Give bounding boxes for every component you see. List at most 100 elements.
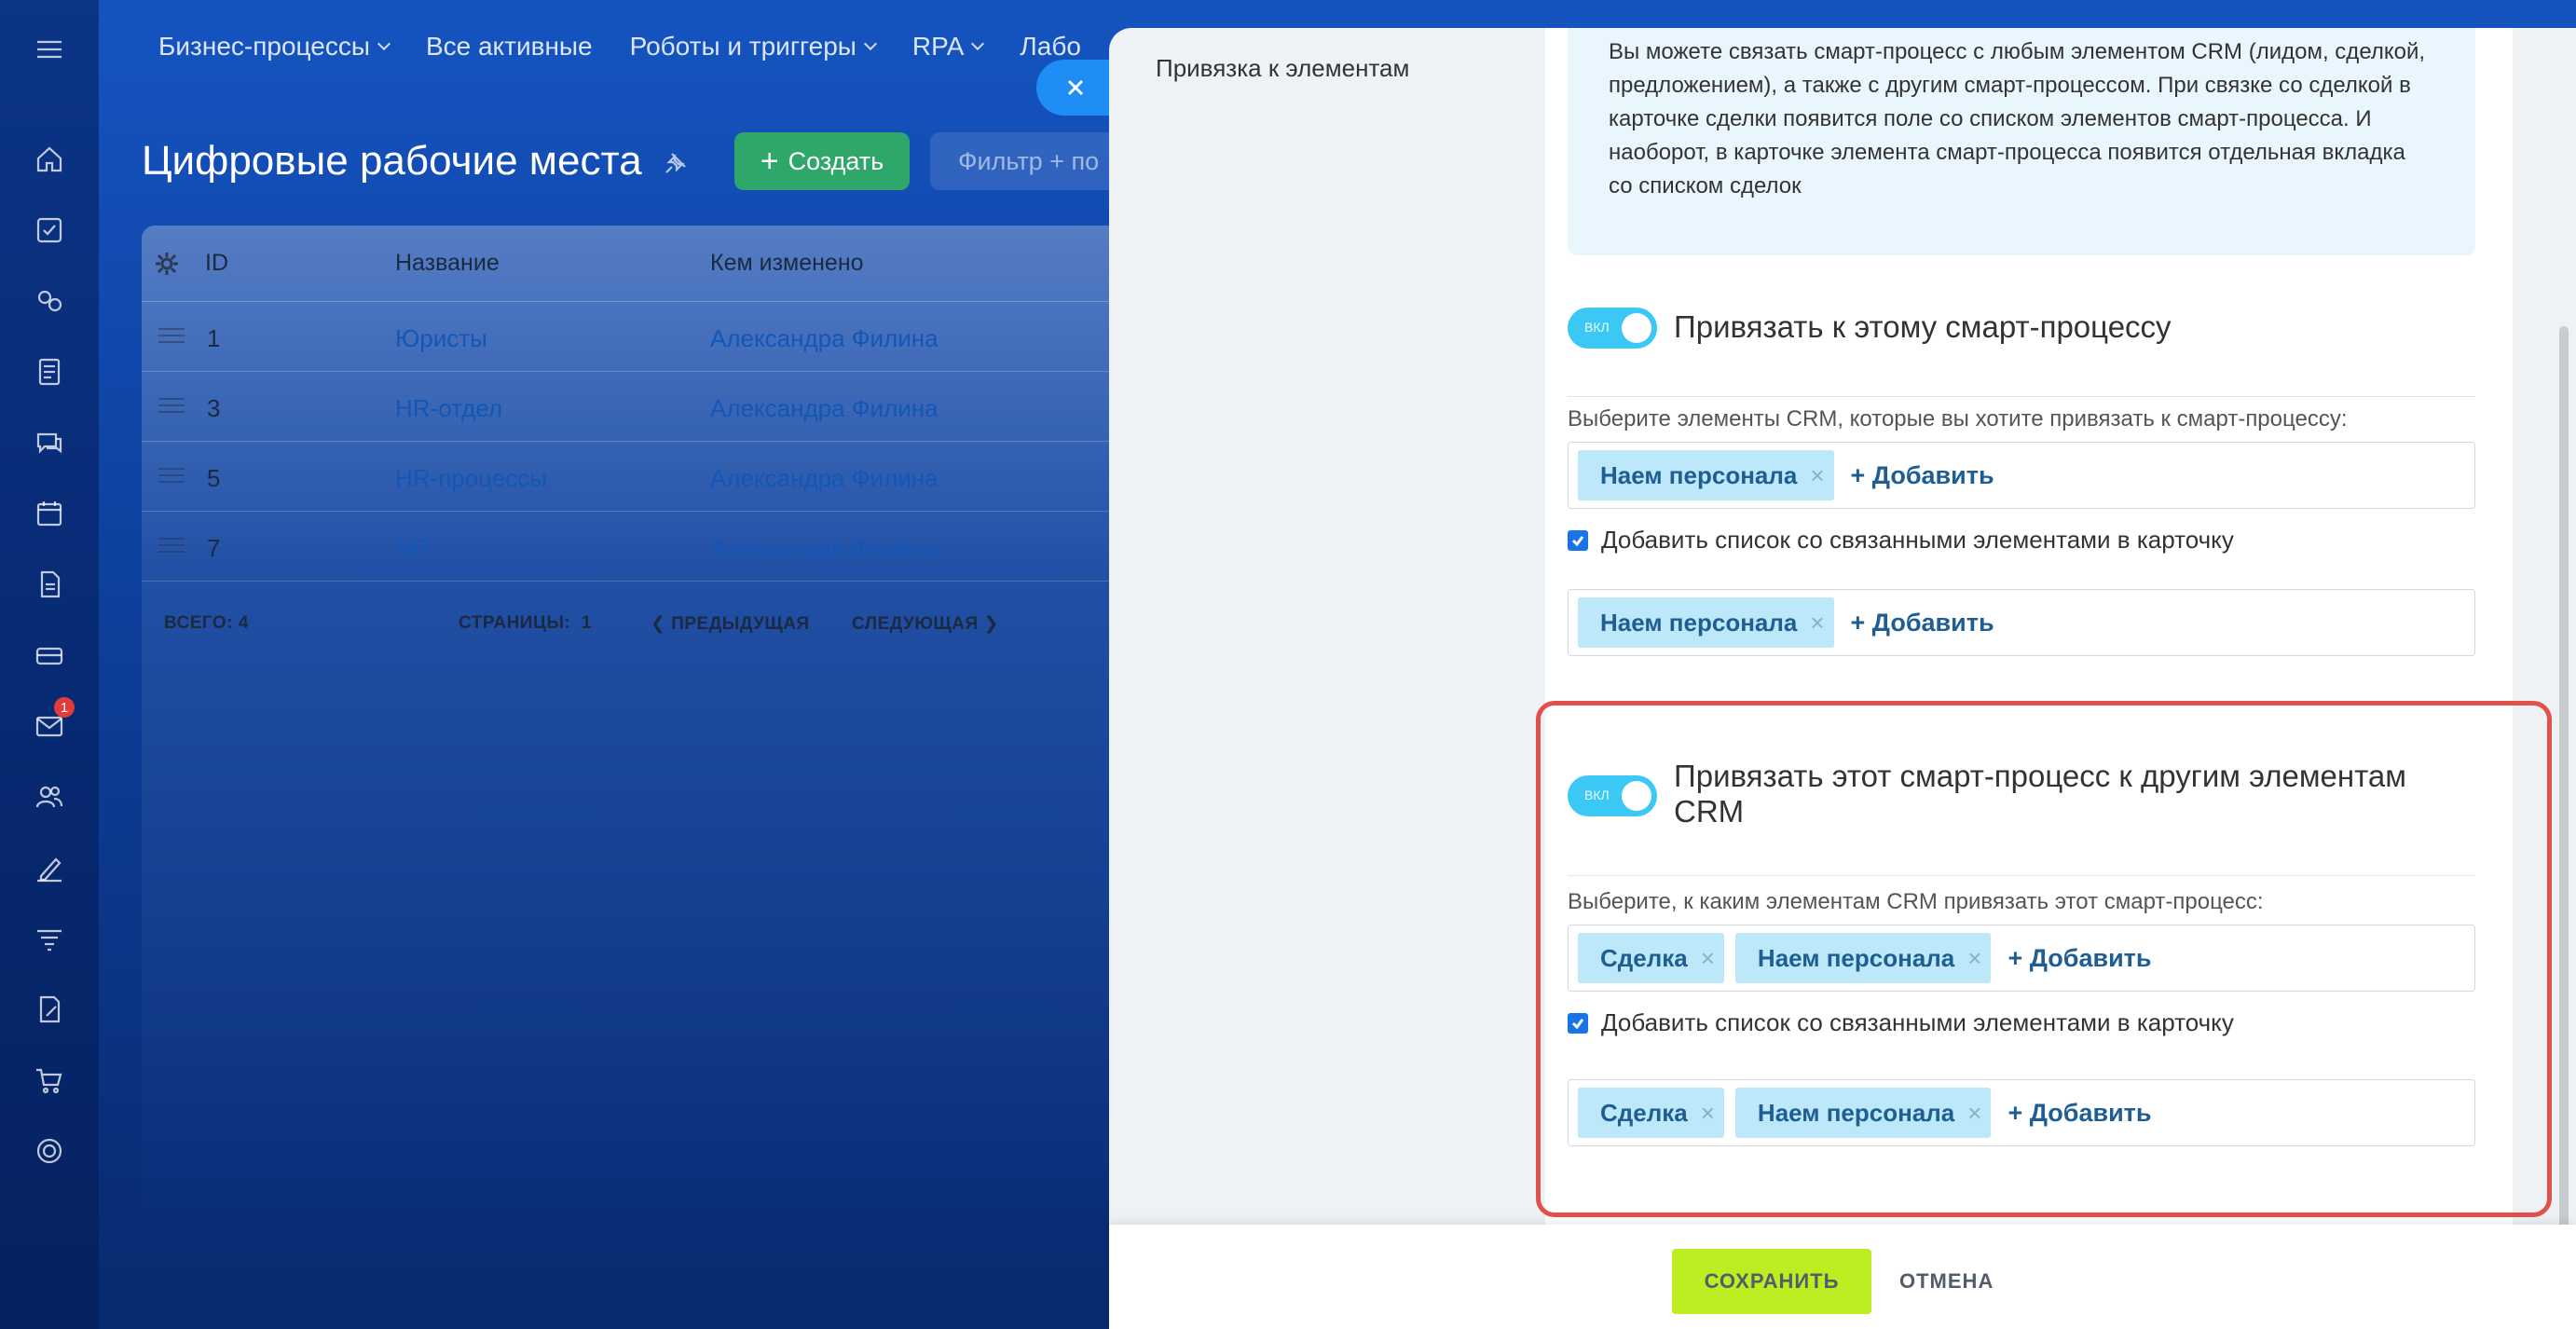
pages-value: 1 <box>581 613 592 633</box>
tasks-icon[interactable] <box>28 209 71 252</box>
documents-icon[interactable] <box>28 350 71 393</box>
cell-user-link[interactable]: Александра Филина <box>710 534 939 563</box>
tag-label: Наем персонала <box>1600 608 1798 637</box>
drag-handle-icon[interactable] <box>158 538 185 553</box>
add-list-checkbox-row[interactable]: Добавить список со связанными элементами… <box>1568 526 2234 555</box>
mail-notification-badge: 1 <box>54 697 75 718</box>
pages-label: СТРАНИЦЫ: <box>459 613 571 633</box>
home-icon[interactable] <box>28 138 71 181</box>
chevron-right-icon: ❯ <box>983 614 999 634</box>
cell-user-link[interactable]: Александра Филина <box>710 324 939 353</box>
create-button-label: Создать <box>788 146 884 175</box>
page-title: Цифровые рабочие места <box>142 138 642 184</box>
checkbox-label: Добавить список со связанными элементами… <box>1601 526 2234 554</box>
prev-page-button[interactable]: ❮ ПРЕДЫДУЩАЯ <box>651 613 810 635</box>
column-name[interactable]: Название <box>395 250 500 277</box>
tag-label: Наем персонала <box>1600 460 1798 489</box>
menu-icon[interactable] <box>28 28 71 71</box>
toggle-knob <box>1622 313 1651 343</box>
nav-all-active[interactable]: Все активные <box>426 32 593 62</box>
drag-handle-icon[interactable] <box>158 328 185 343</box>
info-box: Вы можете связать смарт-процесс с любым … <box>1568 28 2475 255</box>
highlight-frame <box>1536 701 2552 1217</box>
drag-handle-icon[interactable] <box>158 398 185 413</box>
total-value: 4 <box>238 613 249 633</box>
save-button[interactable]: СОХРАНИТЬ <box>1672 1249 1871 1314</box>
total-count: ВСЕГО: 4 <box>164 613 249 634</box>
tag-item: Наем персонала × <box>1578 450 1834 500</box>
cell-id: 1 <box>207 324 221 352</box>
nav-label: RPA <box>911 32 965 61</box>
table-row[interactable]: 3 HR-отдел Александра Филина <box>142 372 1130 442</box>
scrollbar[interactable] <box>2559 326 2569 1277</box>
cell-id: 3 <box>207 394 221 422</box>
remove-tag-icon[interactable]: × <box>1810 461 1824 490</box>
bind-to-this-toggle[interactable]: ВКЛ <box>1568 308 1657 349</box>
crm-elements-selector[interactable]: Наем персонала × + Добавить <box>1568 442 2475 509</box>
chat-icon[interactable] <box>28 421 71 464</box>
nav-label: Бизнес-процессы <box>158 32 370 61</box>
table-row[interactable]: 5 HR-процессы Александра Филина <box>142 442 1130 512</box>
add-element-link[interactable]: + Добавить <box>1851 609 1994 637</box>
sign-icon[interactable] <box>28 846 71 889</box>
nav-business-processes[interactable]: Бизнес-процессы <box>158 32 391 62</box>
panel-footer: СОХРАНИТЬ ОТМЕНА <box>1109 1225 2576 1329</box>
chevron-down-icon <box>377 36 391 51</box>
chevron-down-icon <box>863 36 877 51</box>
cell-name-link[interactable]: Юристы <box>395 324 487 353</box>
section-bind-to-this: ВКЛ Привязать к этому смарт-процессу <box>1568 304 2475 397</box>
table-row[interactable]: 7 HR Александра Филина <box>142 512 1130 582</box>
card-elements-selector[interactable]: Наем персонала × + Добавить <box>1568 589 2475 656</box>
close-slider-button[interactable] <box>1036 60 1115 116</box>
checkbox-checked[interactable] <box>1568 529 1588 551</box>
remove-tag-icon[interactable]: × <box>1810 609 1824 637</box>
create-button[interactable]: + Создать <box>734 132 910 190</box>
toggle-label: ВКЛ <box>1584 320 1610 335</box>
cancel-button[interactable]: ОТМЕНА <box>1899 1249 1994 1314</box>
nav-rpa[interactable]: RPA <box>911 32 985 62</box>
cell-user-link[interactable]: Александра Филина <box>710 464 939 493</box>
calendar-icon[interactable] <box>28 492 71 535</box>
cell-id: 5 <box>207 464 221 492</box>
next-page-button[interactable]: СЛЕДУЮЩАЯ ❯ <box>852 613 999 635</box>
drag-handle-icon[interactable] <box>158 468 185 483</box>
total-label: ВСЕГО: <box>164 613 234 633</box>
pin-icon[interactable] <box>664 151 688 175</box>
disk-icon[interactable] <box>28 563 71 606</box>
cell-user-link[interactable]: Александра Филина <box>710 394 939 423</box>
column-id[interactable]: ID <box>205 250 228 277</box>
chevron-left-icon: ❮ <box>651 614 666 634</box>
nav-label: Лабо <box>1020 32 1081 61</box>
employees-icon[interactable] <box>28 775 71 818</box>
target-icon[interactable] <box>28 1130 71 1172</box>
nav-robots-triggers[interactable]: Роботы и триггеры <box>629 32 877 62</box>
side-section-label[interactable]: Привязка к элементам <box>1156 54 1409 83</box>
pages-info: СТРАНИЦЫ: 1 <box>459 613 592 634</box>
nav-lab[interactable]: Лабо <box>1020 32 1081 62</box>
left-rail: 1 <box>0 0 99 1329</box>
add-element-link[interactable]: + Добавить <box>1851 461 1994 490</box>
crm-icon[interactable] <box>28 280 71 322</box>
filter-search-input[interactable]: Фильтр + по <box>930 132 1135 190</box>
nav-label: Все активные <box>425 32 593 61</box>
tag-item: Наем персонала × <box>1578 597 1834 648</box>
grid-footer: ВСЕГО: 4 СТРАНИЦЫ: 1 ❮ ПРЕДЫДУЩАЯ СЛЕДУЮ… <box>142 608 1130 645</box>
cell-name-link[interactable]: HR-отдел <box>395 394 502 423</box>
shop-cart-icon[interactable] <box>28 1059 71 1102</box>
nav-label: Роботы и триггеры <box>629 32 856 61</box>
next-label: СЛЕДУЮЩАЯ <box>852 614 979 634</box>
edit-document-icon[interactable] <box>28 988 71 1031</box>
grid-header: ID Название Кем изменено <box>142 226 1130 302</box>
prev-label: ПРЕДЫДУЩАЯ <box>671 614 810 634</box>
funnel-icon[interactable] <box>28 917 71 960</box>
cell-name-link[interactable]: HR <box>395 534 431 563</box>
gear-icon[interactable] <box>155 252 179 276</box>
table-row[interactable]: 1 Юристы Александра Филина <box>142 302 1130 372</box>
cell-name-link[interactable]: HR-процессы <box>395 464 547 493</box>
section-title: Привязать к этому смарт-процессу <box>1674 309 2172 344</box>
contact-center-icon[interactable] <box>28 634 71 677</box>
section-hint: Выберите элементы CRM, которые вы хотите… <box>1568 406 2348 432</box>
plus-icon: + <box>760 144 779 179</box>
top-navigation: Бизнес-процессы Все активные Роботы и тр… <box>158 32 1081 62</box>
column-modified-by[interactable]: Кем изменено <box>710 250 864 277</box>
